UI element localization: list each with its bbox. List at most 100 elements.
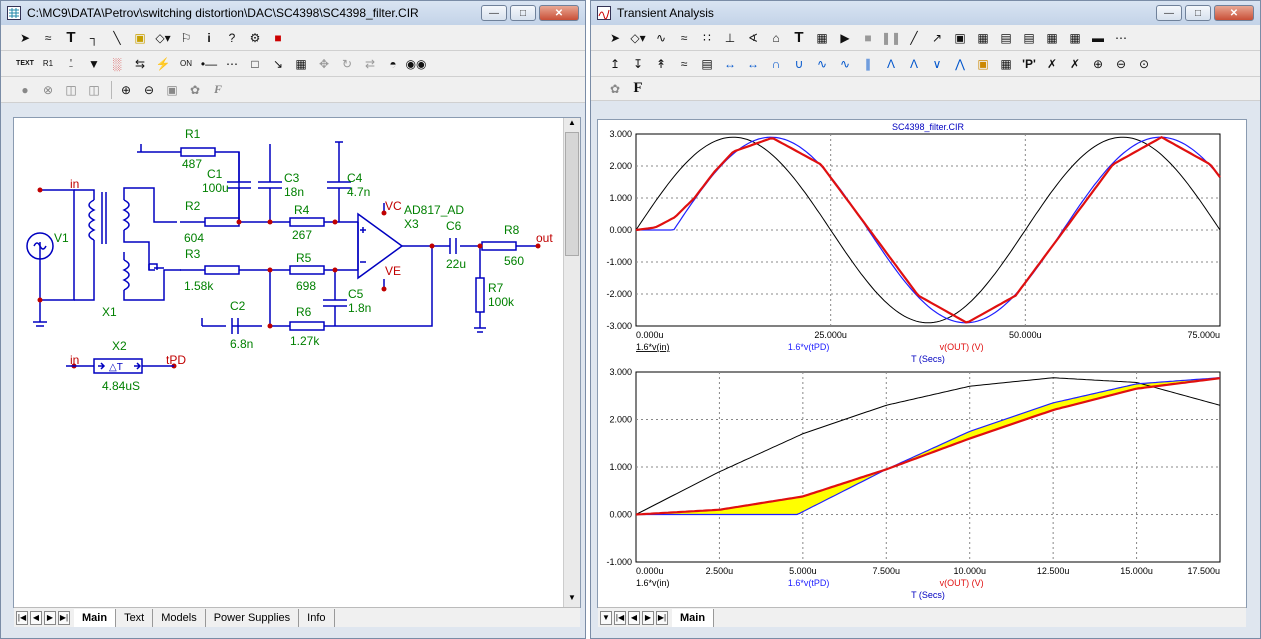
move-icon[interactable]: ✥ [314,54,334,74]
stacked-icon[interactable]: ▣ [973,54,993,74]
shapes-icon[interactable]: ◇▾ [628,28,648,48]
tab-main[interactable]: Main [74,608,117,627]
numeric-icon[interactable]: ▦ [996,54,1016,74]
properties-icon[interactable]: ▦ [291,54,311,74]
close-button[interactable]: ✕ [539,5,579,21]
schematic-canvas[interactable]: R1 487 C1 100u C3 18n C4 4.7n R2 604 R4 … [13,117,581,627]
find-icon[interactable]: ⚙ [245,28,265,48]
tag-icon[interactable]: ⌂ [766,28,786,48]
schematic-vertical-scrollbar[interactable]: ▲ ▼ [563,118,580,607]
plot-properties-icon[interactable]: ▤ [697,54,717,74]
wave-f-icon[interactable]: Λ [881,54,901,74]
xy2-icon[interactable]: ✗ [1065,54,1085,74]
line-icon[interactable]: ╱ [904,28,924,48]
attribute-icon[interactable]: R1 [38,54,58,74]
low-icon[interactable]: ≈ [674,54,694,74]
next-tab-icon[interactable]: ▶ [642,610,654,625]
tab-models[interactable]: Models [153,608,206,627]
prev-tab-icon[interactable]: ◀ [628,610,640,625]
zoom-in-icon[interactable]: ⊕ [1088,54,1108,74]
cursor-right-icon[interactable]: ↔ [743,54,763,74]
maximize-button[interactable]: □ [1185,5,1211,21]
font-icon[interactable]: F [208,80,228,100]
table-icon[interactable]: ▦ [1042,28,1062,48]
info-icon[interactable]: i [199,28,219,48]
hline-icon[interactable]: ▬ [1088,28,1108,48]
tab-main[interactable]: Main [672,608,715,627]
select-arrow-icon[interactable]: ➤ [605,28,625,48]
last-tab-icon[interactable]: ▶| [58,610,70,625]
stop-icon[interactable]: ■ [858,28,878,48]
maximize-button[interactable]: □ [510,5,536,21]
scale-y-icon[interactable]: ⊥ [720,28,740,48]
overlay-icon[interactable]: ≈ [674,28,694,48]
tab-power-supplies[interactable]: Power Supplies [206,608,300,627]
minimize-button[interactable]: — [481,5,507,21]
tab-info[interactable]: Info [299,608,335,627]
scale-icon[interactable]: ∷ [697,28,717,48]
first-tab-icon[interactable]: |◀ [16,610,28,625]
close-button[interactable]: ✕ [1214,5,1254,21]
minimize-button[interactable]: — [1156,5,1182,21]
properties-icon[interactable]: ▦ [812,28,832,48]
paste-icon[interactable]: ◫ [84,80,104,100]
zoom-out-icon[interactable]: ⊖ [139,80,159,100]
scroll-thumb[interactable] [565,132,579,256]
wave-e-icon[interactable]: ∥ [858,54,878,74]
scroll-up-icon[interactable]: ▲ [564,118,580,132]
rows-icon[interactable]: ▤ [1019,28,1039,48]
wave-i-icon[interactable]: ⋀ [950,54,970,74]
first-tab-icon[interactable]: |◀ [614,610,626,625]
camera-icon[interactable]: ▣ [162,80,182,100]
tab-text[interactable]: Text [116,608,154,627]
on-state-icon[interactable]: ON [176,54,196,74]
grid-text-icon[interactable]: ▼ [84,54,104,74]
probe-icon[interactable]: ■ [268,28,288,48]
cursor-left-icon[interactable]: ↔ [720,54,740,74]
wire-step-icon[interactable]: ┐ [84,28,104,48]
cancel-icon[interactable]: ⊗ [38,80,58,100]
wave-d-icon[interactable]: ∿ [835,54,855,74]
peak-icon[interactable]: ↥ [605,54,625,74]
rotate-icon[interactable]: ↻ [337,54,357,74]
pin-icon[interactable]: ⍘ [61,54,81,74]
next-tab-icon[interactable]: ▶ [44,610,56,625]
node-numbers-icon[interactable]: ░ [107,54,127,74]
help-icon[interactable]: ? [222,28,242,48]
font-icon[interactable]: F [628,79,648,99]
last-tab-icon[interactable]: ▶| [656,610,668,625]
text-mode-icon[interactable]: TEXT [15,54,35,74]
zoom-in-icon[interactable]: ⊕ [116,80,136,100]
pause-icon[interactable]: ❚❚ [881,28,901,48]
valley-icon[interactable]: ↧ [628,54,648,74]
flip-icon[interactable]: ⇄ [360,54,380,74]
wave-b-icon[interactable]: ∪ [789,54,809,74]
select-arrow-icon[interactable]: ➤ [15,28,35,48]
arrow-line-icon[interactable]: ↗ [927,28,947,48]
cursor-icon[interactable]: ∢ [743,28,763,48]
palette-icon[interactable]: ✿ [185,80,205,100]
diagonal-wire-icon[interactable]: ╲ [107,28,127,48]
xy-icon[interactable]: ✗ [1042,54,1062,74]
wave-g-icon[interactable]: Λ [904,54,924,74]
columns-icon[interactable]: ▤ [996,28,1016,48]
high-icon[interactable]: ↟ [651,54,671,74]
find-component-icon[interactable]: ◓ [383,54,403,74]
grid-icon[interactable]: ⋯ [222,54,242,74]
prev-tab-icon[interactable]: ◀ [30,610,42,625]
plot-area[interactable]: 3.000 2.000 1.000 0.000 -1.000 -2.000 -3.000 0.… [597,119,1247,627]
scroll-down-icon[interactable]: ▼ [564,593,580,607]
p-label-icon[interactable]: 'P' [1019,54,1039,74]
dashed-line-icon[interactable]: ⋯ [1111,28,1131,48]
zoom-fit-icon[interactable]: ⊙ [1134,54,1154,74]
zoom-out-icon[interactable]: ⊖ [1111,54,1131,74]
table2-icon[interactable]: ▦ [1065,28,1085,48]
text-tool-icon[interactable]: T [61,28,81,48]
pin-dots-icon[interactable]: •— [199,54,219,74]
wire-icon[interactable]: ≈ [38,28,58,48]
shapes-icon[interactable]: ◇▾ [153,28,173,48]
component-icon[interactable]: ▣ [130,28,150,48]
dropdown-tab-icon[interactable]: ▼ [600,610,612,625]
wave-c-icon[interactable]: ∿ [812,54,832,74]
text-tool-icon[interactable]: T [789,28,809,48]
